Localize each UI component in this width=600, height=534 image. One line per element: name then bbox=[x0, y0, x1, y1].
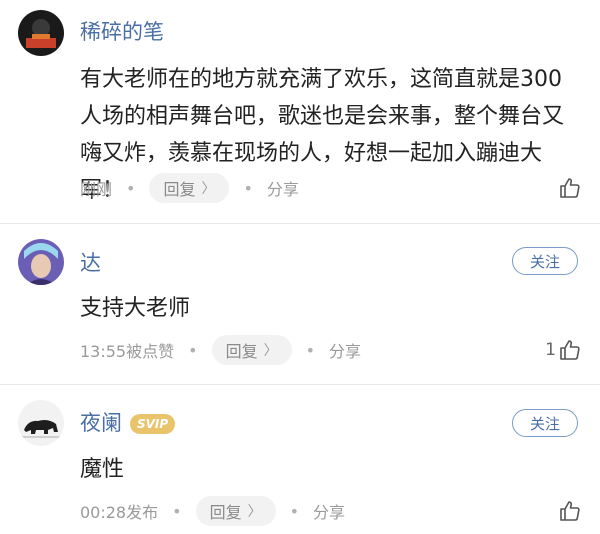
separator-dot: • bbox=[289, 501, 300, 521]
avatar-image bbox=[18, 400, 64, 446]
separator-dot: • bbox=[305, 340, 316, 360]
avatar[interactable] bbox=[18, 400, 64, 446]
like-button[interactable] bbox=[556, 497, 582, 525]
timestamp: 13:55被点赞 bbox=[80, 342, 175, 361]
avatar-image bbox=[18, 10, 64, 56]
thumbs-up-icon bbox=[560, 340, 580, 360]
comment-text: 支持大老师 bbox=[80, 296, 191, 321]
separator-dot: • bbox=[188, 340, 198, 360]
comment-meta: 00:28发布 • 回复 〉 • 分享 bbox=[80, 495, 345, 527]
comment-meta: 刚刚 • 回复 〉 • 分享 bbox=[80, 172, 299, 204]
divider bbox=[0, 223, 600, 224]
separator-dot: • bbox=[172, 501, 182, 521]
username[interactable]: 稀碎的笔 bbox=[80, 22, 164, 43]
thumbs-up-icon bbox=[560, 178, 580, 198]
chevron-right-icon: 〉 bbox=[247, 504, 262, 520]
reply-button[interactable]: 回复 〉 bbox=[211, 335, 292, 365]
follow-button[interactable]: 关注 bbox=[512, 409, 578, 437]
comment-meta: 13:55被点赞 • 回复 〉 • 分享 bbox=[80, 334, 361, 366]
share-button[interactable]: 分享 bbox=[329, 338, 361, 362]
like-count: 1 bbox=[545, 340, 556, 360]
avatar[interactable] bbox=[18, 239, 64, 285]
reply-label: 回复 bbox=[225, 342, 258, 361]
username-row: 夜阑 SVIP bbox=[80, 411, 176, 435]
share-button[interactable]: 分享 bbox=[313, 499, 345, 523]
like-button[interactable]: 1 bbox=[545, 336, 582, 364]
chevron-right-icon: 〉 bbox=[201, 181, 216, 197]
separator-dot: • bbox=[126, 178, 136, 198]
separator-dot: • bbox=[243, 178, 253, 198]
avatar[interactable] bbox=[18, 10, 64, 56]
timestamp: 00:28发布 bbox=[80, 503, 159, 522]
avatar-image bbox=[18, 239, 64, 285]
divider bbox=[0, 384, 600, 385]
username[interactable]: 达 bbox=[80, 253, 101, 274]
follow-button[interactable]: 关注 bbox=[512, 247, 578, 275]
reply-label: 回复 bbox=[209, 503, 242, 522]
thumbs-up-icon bbox=[560, 501, 580, 521]
chevron-right-icon: 〉 bbox=[263, 343, 278, 359]
like-button[interactable] bbox=[556, 174, 582, 202]
reply-button[interactable]: 回复 〉 bbox=[195, 496, 276, 526]
share-button[interactable]: 分享 bbox=[267, 176, 299, 200]
svip-badge: SVIP bbox=[130, 414, 176, 434]
reply-button[interactable]: 回复 〉 bbox=[149, 173, 230, 203]
timestamp: 刚刚 bbox=[80, 180, 113, 199]
username[interactable]: 夜阑 bbox=[80, 411, 122, 435]
comment-text: 魔性 bbox=[80, 457, 125, 482]
reply-label: 回复 bbox=[163, 180, 196, 199]
